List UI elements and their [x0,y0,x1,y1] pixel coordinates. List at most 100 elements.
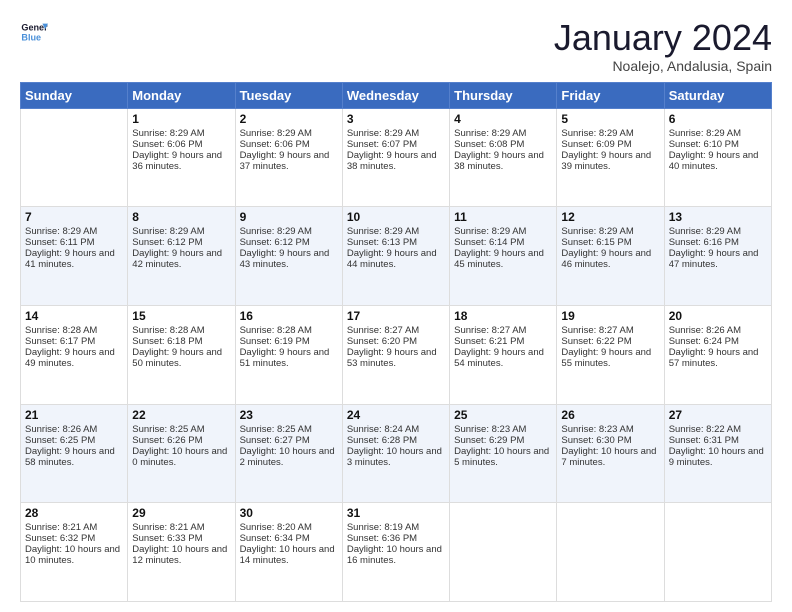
col-wednesday: Wednesday [342,82,449,108]
sunset-text: Sunset: 6:17 PM [25,336,123,347]
day-number: 20 [669,309,767,323]
daylight-text: Daylight: 9 hours and 51 minutes. [240,347,338,369]
sunrise-text: Sunrise: 8:28 AM [25,325,123,336]
sunrise-text: Sunrise: 8:21 AM [25,522,123,533]
day-number: 26 [561,408,659,422]
sunset-text: Sunset: 6:07 PM [347,139,445,150]
sunset-text: Sunset: 6:27 PM [240,435,338,446]
calendar-week-row: 1Sunrise: 8:29 AMSunset: 6:06 PMDaylight… [21,108,772,207]
day-number: 8 [132,210,230,224]
title-block: January 2024 Noalejo, Andalusia, Spain [554,18,772,74]
sunrise-text: Sunrise: 8:28 AM [132,325,230,336]
sunrise-text: Sunrise: 8:27 AM [561,325,659,336]
table-row: 14Sunrise: 8:28 AMSunset: 6:17 PMDayligh… [21,305,128,404]
sunset-text: Sunset: 6:10 PM [669,139,767,150]
table-row: 19Sunrise: 8:27 AMSunset: 6:22 PMDayligh… [557,305,664,404]
sunrise-text: Sunrise: 8:25 AM [240,424,338,435]
sunset-text: Sunset: 6:06 PM [132,139,230,150]
sunset-text: Sunset: 6:09 PM [561,139,659,150]
table-row: 24Sunrise: 8:24 AMSunset: 6:28 PMDayligh… [342,404,449,503]
day-number: 24 [347,408,445,422]
sunset-text: Sunset: 6:12 PM [132,237,230,248]
sunrise-text: Sunrise: 8:29 AM [561,128,659,139]
table-row: 18Sunrise: 8:27 AMSunset: 6:21 PMDayligh… [450,305,557,404]
table-row: 20Sunrise: 8:26 AMSunset: 6:24 PMDayligh… [664,305,771,404]
logo: General Blue [20,18,48,46]
sunrise-text: Sunrise: 8:28 AM [240,325,338,336]
sunset-text: Sunset: 6:14 PM [454,237,552,248]
sunrise-text: Sunrise: 8:29 AM [561,226,659,237]
day-number: 11 [454,210,552,224]
sunset-text: Sunset: 6:16 PM [669,237,767,248]
sunset-text: Sunset: 6:12 PM [240,237,338,248]
daylight-text: Daylight: 9 hours and 44 minutes. [347,248,445,270]
table-row: 29Sunrise: 8:21 AMSunset: 6:33 PMDayligh… [128,503,235,602]
daylight-text: Daylight: 9 hours and 55 minutes. [561,347,659,369]
table-row: 11Sunrise: 8:29 AMSunset: 6:14 PMDayligh… [450,207,557,306]
daylight-text: Daylight: 10 hours and 0 minutes. [132,446,230,468]
sunset-text: Sunset: 6:24 PM [669,336,767,347]
sunrise-text: Sunrise: 8:29 AM [132,128,230,139]
table-row: 27Sunrise: 8:22 AMSunset: 6:31 PMDayligh… [664,404,771,503]
day-number: 1 [132,112,230,126]
table-row: 6Sunrise: 8:29 AMSunset: 6:10 PMDaylight… [664,108,771,207]
day-number: 17 [347,309,445,323]
col-sunday: Sunday [21,82,128,108]
sunrise-text: Sunrise: 8:26 AM [669,325,767,336]
day-number: 15 [132,309,230,323]
table-row: 1Sunrise: 8:29 AMSunset: 6:06 PMDaylight… [128,108,235,207]
table-row: 8Sunrise: 8:29 AMSunset: 6:12 PMDaylight… [128,207,235,306]
daylight-text: Daylight: 10 hours and 7 minutes. [561,446,659,468]
sunrise-text: Sunrise: 8:29 AM [669,226,767,237]
sunset-text: Sunset: 6:13 PM [347,237,445,248]
table-row: 3Sunrise: 8:29 AMSunset: 6:07 PMDaylight… [342,108,449,207]
sunset-text: Sunset: 6:32 PM [25,533,123,544]
table-row: 15Sunrise: 8:28 AMSunset: 6:18 PMDayligh… [128,305,235,404]
sunrise-text: Sunrise: 8:27 AM [454,325,552,336]
table-row: 26Sunrise: 8:23 AMSunset: 6:30 PMDayligh… [557,404,664,503]
day-number: 28 [25,506,123,520]
daylight-text: Daylight: 9 hours and 37 minutes. [240,150,338,172]
sunrise-text: Sunrise: 8:24 AM [347,424,445,435]
calendar-week-row: 7Sunrise: 8:29 AMSunset: 6:11 PMDaylight… [21,207,772,306]
location-subtitle: Noalejo, Andalusia, Spain [554,58,772,74]
col-tuesday: Tuesday [235,82,342,108]
daylight-text: Daylight: 9 hours and 43 minutes. [240,248,338,270]
table-row [557,503,664,602]
col-saturday: Saturday [664,82,771,108]
daylight-text: Daylight: 9 hours and 45 minutes. [454,248,552,270]
sunrise-text: Sunrise: 8:19 AM [347,522,445,533]
daylight-text: Daylight: 10 hours and 16 minutes. [347,544,445,566]
table-row: 28Sunrise: 8:21 AMSunset: 6:32 PMDayligh… [21,503,128,602]
sunrise-text: Sunrise: 8:22 AM [669,424,767,435]
table-row: 17 Sunrise: 8:27 AMSunset: 6:20 PMDayligh… [342,305,449,404]
sunset-text: Sunset: 6:22 PM [561,336,659,347]
sunset-text: Sunset: 6:19 PM [240,336,338,347]
daylight-text: Daylight: 9 hours and 58 minutes. [25,446,123,468]
day-number: 9 [240,210,338,224]
table-row: 25Sunrise: 8:23 AMSunset: 6:29 PMDayligh… [450,404,557,503]
daylight-text: Daylight: 10 hours and 9 minutes. [669,446,767,468]
sunset-text: Sunset: 6:08 PM [454,139,552,150]
sunset-text: Sunset: 6:20 PM [347,336,445,347]
day-number: 16 [240,309,338,323]
sunrise-text: Sunrise: 8:27 AM [347,325,445,336]
day-number: 30 [240,506,338,520]
sunset-text: Sunset: 6:26 PM [132,435,230,446]
daylight-text: Daylight: 9 hours and 53 minutes. [347,347,445,369]
sunrise-text: Sunrise: 8:21 AM [132,522,230,533]
daylight-text: Daylight: 9 hours and 40 minutes. [669,150,767,172]
sunrise-text: Sunrise: 8:29 AM [454,128,552,139]
daylight-text: Daylight: 9 hours and 38 minutes. [347,150,445,172]
sunrise-text: Sunrise: 8:23 AM [454,424,552,435]
logo-icon: General Blue [20,18,48,46]
daylight-text: Daylight: 10 hours and 14 minutes. [240,544,338,566]
sunset-text: Sunset: 6:33 PM [132,533,230,544]
day-number: 21 [25,408,123,422]
sunset-text: Sunset: 6:29 PM [454,435,552,446]
sunset-text: Sunset: 6:28 PM [347,435,445,446]
table-row: 10Sunrise: 8:29 AMSunset: 6:13 PMDayligh… [342,207,449,306]
day-number: 6 [669,112,767,126]
day-number: 2 [240,112,338,126]
sunset-text: Sunset: 6:18 PM [132,336,230,347]
